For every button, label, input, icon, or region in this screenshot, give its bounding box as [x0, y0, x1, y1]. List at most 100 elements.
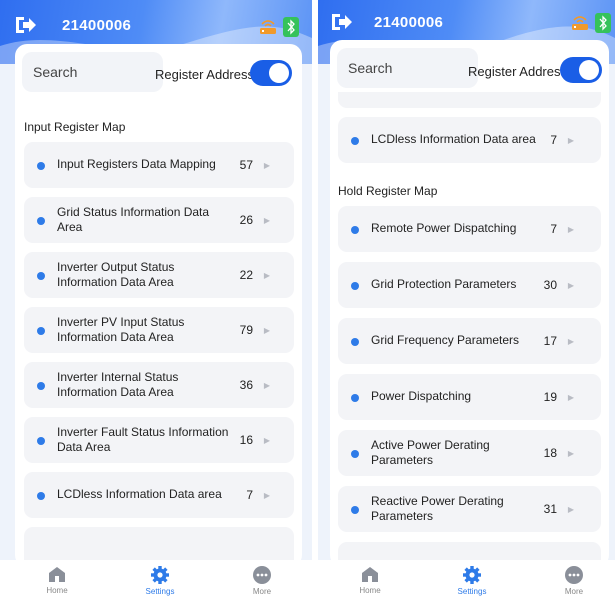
bullet-dot-icon	[351, 282, 359, 290]
list-item[interactable]: Power Dispatching 19 ▶	[338, 374, 601, 420]
list-item-label: Active Power Derating Parameters	[371, 437, 490, 468]
register-address-toggle[interactable]	[250, 60, 292, 86]
toggle-knob	[269, 63, 289, 83]
tab-label-home: Home	[359, 586, 381, 595]
list-item-label: Grid Protection Parameters	[371, 277, 517, 292]
list-item-count: 17	[543, 334, 557, 348]
home-icon	[362, 567, 378, 582]
list-item[interactable]: Inverter PV Input Status Information Dat…	[24, 307, 294, 353]
home-icon	[49, 567, 65, 582]
bottom-tab-bar: Home Settings More	[318, 560, 615, 607]
chevron-right-icon: ▶	[263, 490, 270, 500]
bluetooth-icon[interactable]	[595, 13, 611, 33]
list-item-label: Inverter Internal Status Information Dat…	[57, 369, 179, 400]
list-item-count: 26	[239, 213, 253, 227]
bullet-dot-icon	[37, 272, 45, 280]
chevron-right-icon: ▶	[263, 270, 270, 280]
list-item-label: Inverter Output Status Information Data …	[57, 259, 175, 290]
tab-label-more: More	[252, 587, 272, 596]
device-id: 21400006	[374, 14, 444, 31]
list-item-label: Power Dispatching	[371, 389, 472, 404]
list-item-count: 22	[239, 268, 253, 282]
router-icon[interactable]	[258, 18, 278, 36]
search-input[interactable]: Search	[22, 52, 163, 92]
tab-home[interactable]: Home	[340, 566, 400, 595]
bluetooth-icon[interactable]	[283, 17, 299, 37]
register-list-panel: Search Register Address Input Register M…	[15, 44, 302, 567]
list-item[interactable]: LCDless Information Data area 7 ▶	[24, 472, 294, 518]
section-title-hold-register-map: Hold Register Map	[338, 184, 438, 198]
more-icon	[565, 566, 583, 584]
more-icon	[253, 566, 271, 584]
register-address-label: Register Address	[155, 67, 254, 82]
list-item-label: Grid Status Information Data Area	[57, 204, 210, 235]
exit-icon[interactable]	[14, 15, 38, 35]
tab-settings[interactable]: Settings	[442, 566, 502, 596]
list-item[interactable]: Inverter Fault Status Information Data A…	[24, 417, 294, 463]
list-item-label: Grid Frequency Parameters	[371, 333, 520, 348]
chevron-right-icon: ▶	[567, 504, 574, 514]
list-item-count: 79	[239, 323, 253, 337]
bullet-dot-icon	[37, 162, 45, 170]
chevron-right-icon: ▶	[263, 380, 270, 390]
tab-home[interactable]: Home	[27, 566, 87, 595]
chevron-right-icon: ▶	[567, 224, 574, 234]
list-item-label: LCDless Information Data area	[371, 132, 536, 147]
register-list-panel: Search Register Address LCDless Informat…	[330, 40, 609, 567]
list-item-count: 7	[550, 133, 557, 147]
list-item[interactable]: Grid Status Information Data Area 26 ▶	[24, 197, 294, 243]
tab-more[interactable]: More	[544, 566, 604, 596]
list-item-count: 19	[543, 390, 557, 404]
bullet-dot-icon	[351, 137, 359, 145]
tab-label-settings: Settings	[457, 587, 487, 596]
tab-settings[interactable]: Settings	[130, 566, 190, 596]
chevron-right-icon: ▶	[567, 392, 574, 402]
register-address-toggle[interactable]	[560, 57, 602, 83]
chevron-right-icon: ▶	[567, 336, 574, 346]
list-item[interactable]: Remote Power Dispatching 7 ▶	[338, 206, 601, 252]
settings-icon	[463, 566, 481, 584]
list-item[interactable]: Inverter Internal Status Information Dat…	[24, 362, 294, 408]
list-item[interactable]: Input Registers Data Mapping 57 ▶	[24, 142, 294, 188]
list-item-count: 18	[543, 446, 557, 460]
router-icon[interactable]	[570, 14, 590, 32]
list-item-partial[interactable]	[338, 92, 601, 108]
bullet-dot-icon	[351, 506, 359, 514]
toggle-knob	[579, 60, 599, 80]
bullet-dot-icon	[351, 394, 359, 402]
chevron-right-icon: ▶	[263, 215, 270, 225]
list-item-label: Reactive Power Derating Parameters	[371, 493, 504, 524]
list-item-label: Inverter PV Input Status Information Dat…	[57, 314, 185, 345]
tab-more[interactable]: More	[232, 566, 292, 596]
chevron-right-icon: ▶	[567, 448, 574, 458]
chevron-right-icon: ▶	[567, 135, 574, 145]
list-item[interactable]: Inverter Output Status Information Data …	[24, 252, 294, 298]
list-item-label: Remote Power Dispatching	[371, 221, 517, 236]
chevron-right-icon: ▶	[263, 325, 270, 335]
list-item[interactable]: LCDless Information Data area 7 ▶	[338, 117, 601, 163]
list-item-count: 31	[543, 502, 557, 516]
screenshot-stage: 21400006 Search Register Address Input R…	[0, 0, 615, 607]
chevron-right-icon: ▶	[263, 435, 270, 445]
list-item-count: 57	[239, 158, 253, 172]
phone-screen-hold-registers: 21400006 Search Register Address LCDless…	[318, 0, 615, 607]
search-input[interactable]: Search	[337, 48, 478, 88]
list-item-count: 7	[246, 488, 253, 502]
chevron-right-icon: ▶	[567, 280, 574, 290]
bullet-dot-icon	[37, 217, 45, 225]
bullet-dot-icon	[351, 226, 359, 234]
bottom-tab-bar: Home Settings More	[0, 560, 312, 607]
list-item[interactable]: Active Power Derating Parameters 18 ▶	[338, 430, 601, 476]
tab-label-more: More	[564, 587, 584, 596]
list-item-label: Inverter Fault Status Information Data A…	[57, 424, 229, 455]
list-item[interactable]: Grid Protection Parameters 30 ▶	[338, 262, 601, 308]
bullet-dot-icon	[37, 382, 45, 390]
exit-icon[interactable]	[330, 12, 354, 32]
list-item[interactable]: Reactive Power Derating Parameters 31 ▶	[338, 486, 601, 532]
bullet-dot-icon	[37, 437, 45, 445]
bullet-dot-icon	[37, 327, 45, 335]
bullet-dot-icon	[351, 450, 359, 458]
list-item-count: 16	[239, 433, 253, 447]
register-address-label: Register Address	[468, 64, 567, 79]
list-item[interactable]: Grid Frequency Parameters 17 ▶	[338, 318, 601, 364]
